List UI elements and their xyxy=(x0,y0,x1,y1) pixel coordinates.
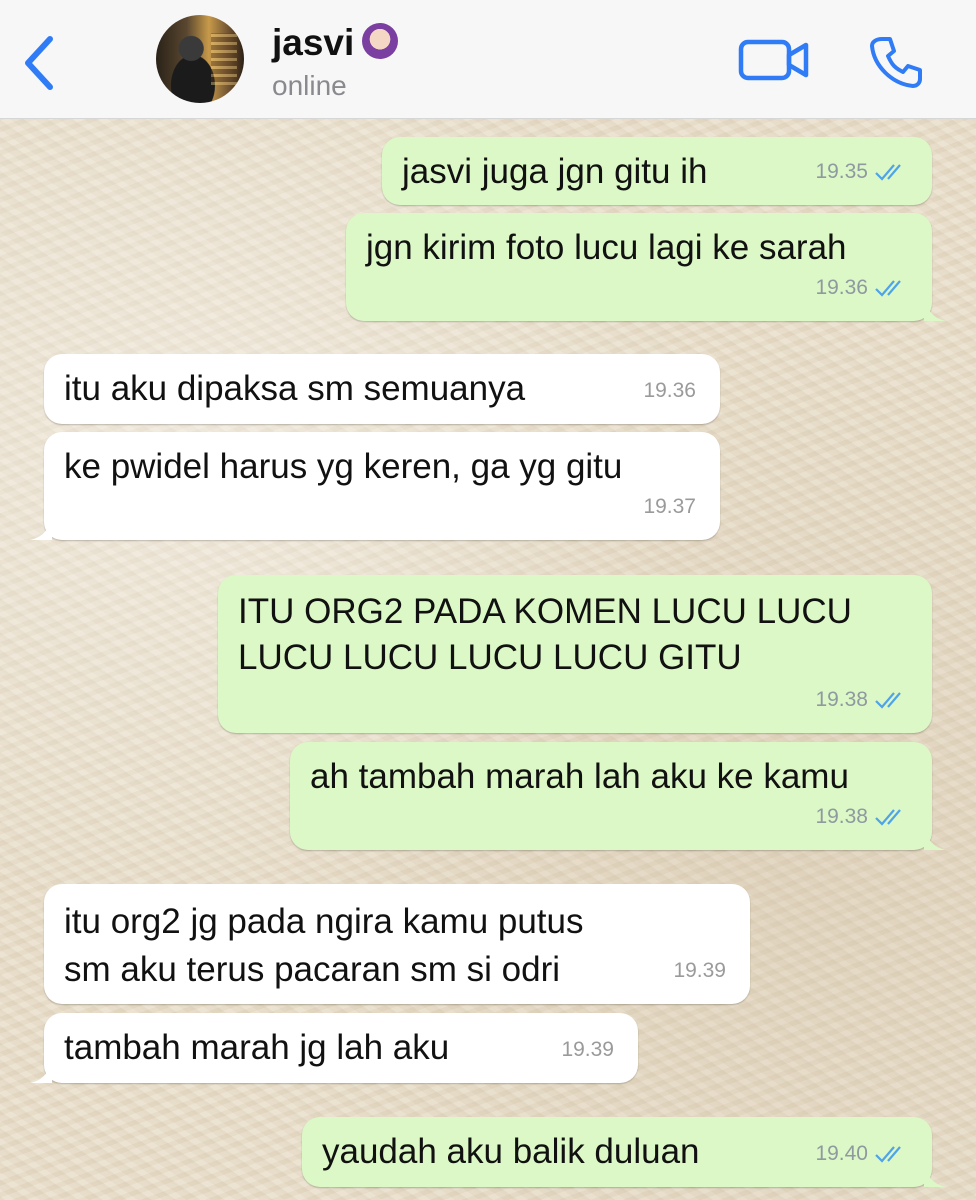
phone-icon[interactable] xyxy=(868,34,924,90)
contact-emoji-icon xyxy=(362,23,399,59)
video-camera-icon[interactable] xyxy=(738,36,810,84)
message-bubble-outgoing[interactable]: yaudah aku balik duluan 19.40 xyxy=(302,1117,946,1187)
bubble-tail xyxy=(924,1165,946,1187)
message-meta: 19.36 xyxy=(815,267,908,309)
bubble-tail xyxy=(30,1061,52,1083)
contact-status: online xyxy=(272,70,347,101)
message-meta: 19.38 xyxy=(815,679,908,721)
message-text: jgn kirim foto lucu lagi ke sarah xyxy=(366,228,847,267)
chevron-left-icon[interactable] xyxy=(20,33,60,93)
message-meta: 19.38 xyxy=(815,796,908,838)
message-bubble-incoming[interactable]: itu aku dipaksa sm semuanya 19.36 xyxy=(44,354,720,424)
double-check-icon xyxy=(875,280,901,297)
message-bubble-outgoing[interactable]: jgn kirim foto lucu lagi ke sarah 19.36 xyxy=(346,213,946,321)
message-text: tambah marah jg lah aku xyxy=(64,1028,450,1067)
message-time: 19.38 xyxy=(815,688,868,711)
avatar[interactable] xyxy=(156,15,244,103)
message-time: 19.39 xyxy=(673,959,726,982)
message-bubble-incoming[interactable]: tambah marah jg lah aku 19.39 xyxy=(30,1013,638,1083)
message-meta: 19.40 xyxy=(815,1133,908,1175)
bubble-tail xyxy=(30,518,52,540)
message-time: 19.40 xyxy=(815,1142,868,1165)
message-text: itu aku dipaksa sm semuanya xyxy=(64,369,526,408)
contact-name-row[interactable]: jasvi xyxy=(272,22,399,64)
message-text: ah tambah marah lah aku ke kamu xyxy=(310,757,849,796)
double-check-icon xyxy=(875,1146,901,1163)
message-time: 19.36 xyxy=(815,276,868,299)
message-bubble-outgoing[interactable]: jasvi juga jgn gitu ih 19.35 xyxy=(382,137,932,205)
message-bubble-incoming[interactable]: ke pwidel harus yg keren, ga yg gitu 19.… xyxy=(30,432,720,540)
double-check-icon xyxy=(875,164,901,181)
message-time: 19.37 xyxy=(643,495,696,518)
double-check-icon xyxy=(875,809,901,826)
message-bubble-outgoing[interactable]: ah tambah marah lah aku ke kamu 19.38 xyxy=(290,742,946,850)
message-time: 19.36 xyxy=(643,379,696,402)
message-time: 19.38 xyxy=(815,805,868,828)
chat-header: jasvi online xyxy=(0,0,976,119)
double-check-icon xyxy=(875,692,901,709)
message-text: itu org2 jg pada ngira kamu putus sm aku… xyxy=(64,902,594,989)
contact-name: jasvi xyxy=(272,22,355,63)
message-text: ITU ORG2 PADA KOMEN LUCU LUCU LUCU LUCU … xyxy=(238,592,862,677)
message-meta: 19.37 xyxy=(643,486,696,528)
message-meta: 19.36 xyxy=(643,370,696,412)
message-meta: 19.39 xyxy=(673,950,726,992)
message-time: 19.35 xyxy=(815,160,868,183)
message-meta: 19.39 xyxy=(561,1029,614,1071)
message-time: 19.39 xyxy=(561,1038,614,1061)
message-text: ke pwidel harus yg keren, ga yg gitu xyxy=(64,447,623,486)
bubble-tail xyxy=(924,828,946,850)
message-bubble-outgoing[interactable]: ITU ORG2 PADA KOMEN LUCU LUCU LUCU LUCU … xyxy=(218,575,932,733)
message-bubble-incoming[interactable]: itu org2 jg pada ngira kamu putus sm aku… xyxy=(44,884,750,1004)
bubble-tail xyxy=(924,299,946,321)
message-meta: 19.35 xyxy=(815,151,908,193)
